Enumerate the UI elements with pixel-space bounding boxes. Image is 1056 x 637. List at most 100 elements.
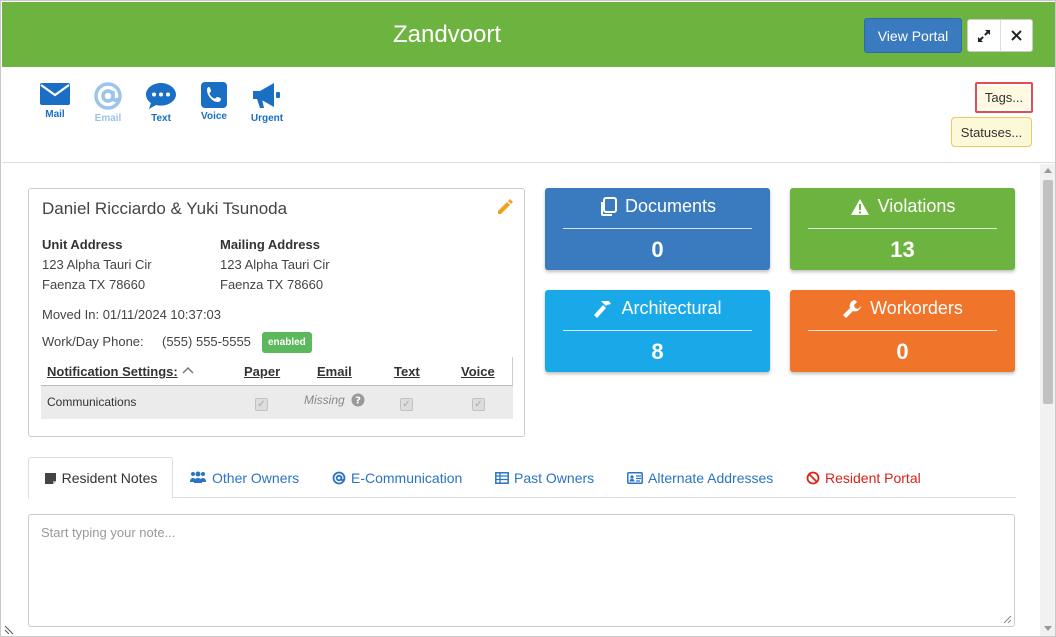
email-missing-status: Missing	[304, 393, 345, 407]
hammer-icon	[594, 300, 612, 318]
tab-resident-notes[interactable]: Resident Notes	[28, 457, 173, 499]
owner-name: Daniel Ricciardo & Yuki Tsunoda	[42, 199, 288, 218]
pencil-icon	[498, 199, 513, 214]
text-button[interactable]: Text	[136, 81, 186, 124]
text-label: Text	[151, 113, 171, 124]
statuses-button[interactable]: Statuses...	[951, 117, 1032, 147]
note-icon	[44, 472, 56, 484]
documents-label: Documents	[624, 196, 717, 216]
modal-header: Zandvoort View Portal	[2, 2, 1055, 67]
note-placeholder: Start typing your note...	[41, 525, 176, 540]
architectural-tile-label: Architectural	[545, 298, 770, 319]
unit-address-line1: 123 Alpha Tauri Cir	[42, 257, 152, 272]
vertical-scrollbar[interactable]	[1040, 164, 1055, 636]
tile-divider	[808, 228, 997, 229]
column-email: Email	[317, 364, 352, 379]
voice-button[interactable]: Voice	[189, 81, 239, 122]
wrench-icon	[843, 299, 862, 318]
window-controls	[967, 19, 1033, 52]
close-icon	[1011, 30, 1022, 41]
moved-in-date: Moved In: 01/11/2024 10:37:03	[42, 307, 222, 322]
close-button[interactable]	[1001, 20, 1033, 51]
resident-note-input[interactable]: Start typing your note...	[28, 514, 1015, 627]
violations-count: 13	[890, 237, 915, 262]
column-voice: Voice	[461, 364, 495, 379]
tab-label: Alternate Addresses	[648, 469, 774, 486]
tab-e-communication[interactable]: E-Communication	[332, 457, 462, 498]
notification-header-row: Notification Settings: Paper Email Text …	[41, 357, 513, 386]
tile-divider	[563, 228, 752, 229]
tab-other-owners[interactable]: Other Owners	[189, 457, 299, 498]
envelope-icon	[40, 83, 70, 105]
tags-button[interactable]: Tags...	[975, 82, 1033, 113]
copy-icon	[600, 196, 617, 216]
mail-label: Mail	[45, 109, 65, 120]
workorders-label: Workorders	[870, 298, 963, 318]
mail-button[interactable]: Mail	[30, 81, 80, 120]
resize-handle-icon[interactable]	[1002, 614, 1012, 624]
email-button[interactable]: Email	[83, 81, 133, 124]
help-icon[interactable]: ?	[351, 393, 365, 407]
scroll-up-arrow-icon[interactable]	[1044, 168, 1052, 173]
tab-alternate-addresses[interactable]: Alternate Addresses	[627, 457, 773, 498]
table-icon	[495, 471, 509, 484]
modal-content: Daniel Ricciardo & Yuki Tsunoda Unit Add…	[2, 164, 1040, 636]
address-card-icon	[627, 471, 643, 484]
text-checkbox[interactable]: ✓	[400, 398, 413, 411]
tab-past-owners[interactable]: Past Owners	[495, 457, 594, 498]
email-label: Email	[94, 113, 122, 124]
mailing-address-line2: Faenza TX 78660	[220, 277, 324, 292]
owner-modal: Zandvoort View Portal Mail Email Text Vo…	[0, 0, 1056, 637]
tags-label: Tags...	[979, 86, 1029, 109]
warning-icon	[850, 198, 869, 215]
tab-label: Past Owners	[514, 469, 595, 486]
mailing-address-label: Mailing Address	[220, 237, 320, 252]
modal-resize-handle-icon[interactable]	[4, 623, 16, 635]
violations-tile-label: Violations	[790, 196, 1015, 217]
violations-label: Violations	[877, 196, 956, 216]
expand-button[interactable]	[968, 20, 1001, 51]
mailing-address-line1: 123 Alpha Tauri Cir	[220, 257, 330, 272]
notification-settings-header[interactable]: Notification Settings:	[47, 364, 178, 379]
workorders-tile[interactable]: Workorders 0	[790, 290, 1015, 372]
scroll-thumb[interactable]	[1043, 180, 1053, 404]
chat-bubble-icon	[146, 83, 176, 109]
urgent-button[interactable]: Urgent	[242, 81, 292, 124]
edit-owner-button[interactable]	[495, 197, 515, 222]
row-label: Communications	[47, 395, 137, 409]
expand-icon	[977, 29, 990, 42]
at-icon	[94, 82, 122, 110]
owner-card: Daniel Ricciardo & Yuki Tsunoda Unit Add…	[28, 188, 525, 437]
violations-tile[interactable]: Violations 13	[790, 188, 1015, 270]
phone-value: (555) 555-5555	[162, 334, 251, 349]
urgent-label: Urgent	[250, 113, 284, 124]
tab-resident-portal[interactable]: Resident Portal	[806, 457, 921, 498]
ban-icon	[806, 471, 820, 484]
documents-tile[interactable]: Documents 0	[545, 188, 770, 270]
notification-settings-table: Notification Settings: Paper Email Text …	[41, 357, 513, 419]
tab-label: Other Owners	[212, 469, 300, 486]
table-row: Communications ✓ Missing ? ✓ ✓	[41, 386, 513, 419]
tile-divider	[808, 330, 997, 331]
megaphone-icon	[253, 83, 280, 108]
view-portal-button[interactable]: View Portal	[864, 18, 962, 53]
svg-text:?: ?	[355, 396, 361, 407]
phone-icon	[201, 82, 227, 108]
phone-enabled-badge: enabled	[262, 332, 312, 353]
unit-address-label: Unit Address	[42, 237, 123, 252]
voice-label: Voice	[201, 111, 227, 122]
documents-tile-label: Documents	[545, 196, 770, 217]
paper-checkbox[interactable]: ✓	[255, 398, 268, 411]
scroll-down-arrow-icon[interactable]	[1044, 626, 1052, 631]
tab-label: E-Communication	[351, 469, 463, 486]
architectural-count: 8	[651, 339, 664, 364]
unit-address-line2: Faenza TX 78660	[42, 277, 146, 292]
phone-label: Work/Day Phone:	[42, 334, 144, 349]
workorders-count: 0	[896, 339, 909, 364]
voice-checkbox[interactable]: ✓	[472, 398, 485, 411]
at-icon	[332, 471, 346, 484]
owner-tabs: Resident Notes Other Owners E-Communicat…	[28, 457, 1016, 499]
architectural-tile[interactable]: Architectural 8	[545, 290, 770, 372]
tab-label: Resident Portal	[825, 469, 921, 486]
architectural-label: Architectural	[621, 298, 722, 318]
